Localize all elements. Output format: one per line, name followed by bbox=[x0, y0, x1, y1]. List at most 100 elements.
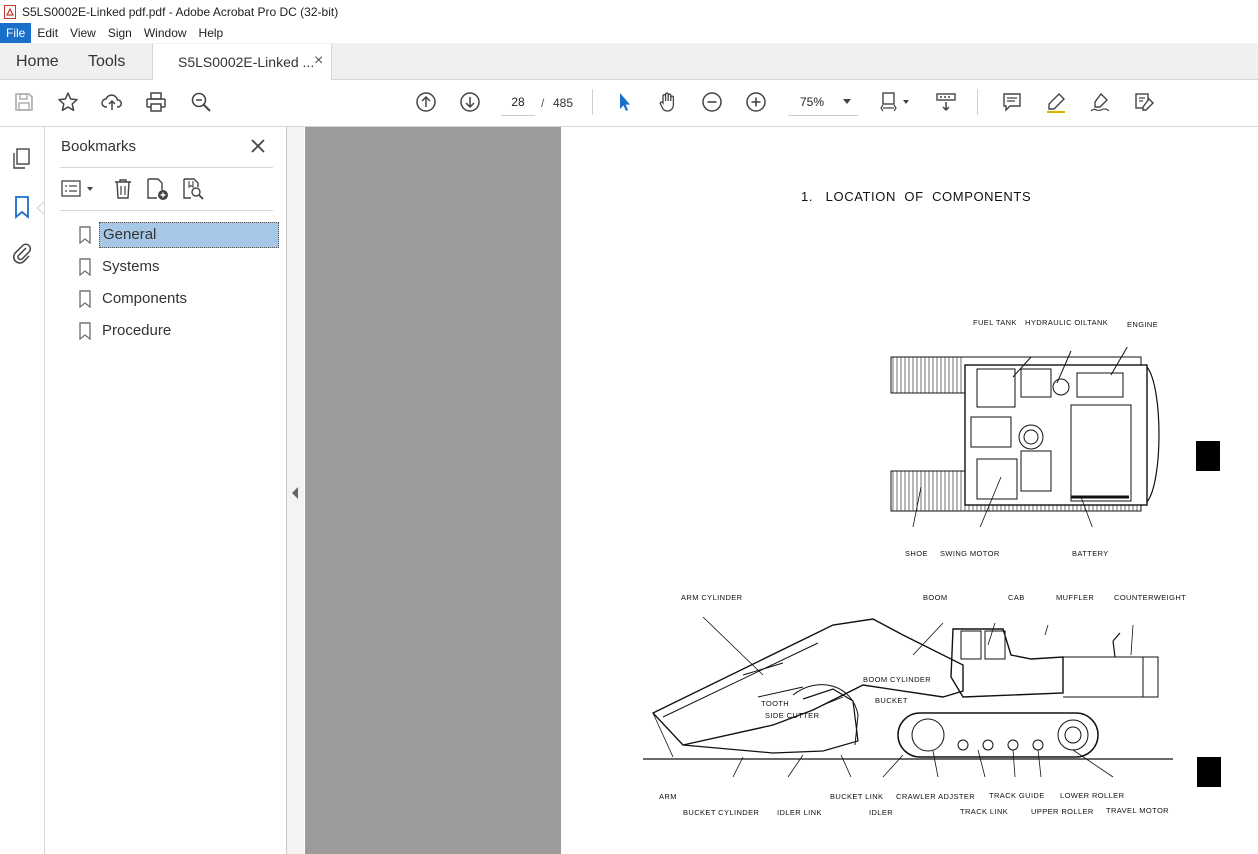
excavator-side-view-diagram bbox=[643, 616, 1173, 778]
label-track-guide: TRACK GUIDE bbox=[989, 791, 1045, 800]
menu-edit[interactable]: Edit bbox=[31, 23, 64, 43]
scroll-mode-icon[interactable] bbox=[933, 89, 959, 115]
registration-mark bbox=[1196, 441, 1220, 471]
label-arm-cylinder: ARM CYLINDER bbox=[681, 593, 743, 602]
bookmark-general[interactable]: General bbox=[78, 222, 279, 248]
options-menu-icon[interactable] bbox=[60, 178, 96, 200]
cloud-upload-icon[interactable] bbox=[99, 89, 125, 115]
label-battery: BATTERY bbox=[1072, 549, 1109, 558]
menu-view[interactable]: View bbox=[64, 23, 102, 43]
label-upper-roller: UPPER ROLLER bbox=[1031, 807, 1094, 816]
bookmarks-panel-icon[interactable] bbox=[11, 195, 33, 219]
label-arm: ARM bbox=[659, 792, 677, 801]
panel-divider bbox=[60, 167, 273, 168]
zoom-in-icon[interactable] bbox=[743, 89, 769, 115]
zoom-select[interactable]: 75% bbox=[788, 89, 858, 116]
highlight-pen-icon[interactable] bbox=[1043, 89, 1069, 115]
find-bookmark-icon[interactable] bbox=[181, 177, 205, 201]
label-engine: ENGINE bbox=[1127, 320, 1159, 329]
save-icon[interactable] bbox=[11, 89, 37, 115]
bookmark-icon bbox=[79, 290, 91, 308]
bookmark-label: General bbox=[99, 222, 279, 248]
bookmark-systems[interactable]: Systems bbox=[78, 254, 163, 280]
page-number-input[interactable]: 28 bbox=[501, 89, 535, 116]
label-crawler-adjster: CRAWLER ADJSTER bbox=[896, 792, 976, 801]
total-pages: 485 bbox=[553, 96, 574, 110]
comment-icon[interactable] bbox=[999, 89, 1025, 115]
menu-sign[interactable]: Sign bbox=[102, 23, 138, 43]
excavator-top-view-diagram bbox=[890, 347, 1160, 527]
section-title: 1. LOCATION OF COMPONENTS bbox=[801, 189, 1032, 204]
label-tooth: TOOTH bbox=[761, 699, 790, 708]
label-bucket-cylinder: BUCKET CYLINDER bbox=[683, 808, 760, 817]
label-cab: CAB bbox=[1008, 593, 1025, 602]
label-idler: IDLER bbox=[869, 808, 894, 817]
label-idler-link: IDLER LINK bbox=[777, 808, 822, 817]
panel-divider-2 bbox=[60, 210, 273, 211]
attachments-paperclip-icon[interactable] bbox=[11, 241, 33, 265]
document-background bbox=[305, 127, 561, 854]
label-track-link: TRACK LINK bbox=[960, 807, 1009, 816]
tab-document-label: S5LS0002E-Linked ... bbox=[178, 54, 315, 70]
label-travel-motor: TRAVEL MOTOR bbox=[1106, 806, 1170, 815]
tab-home[interactable]: Home bbox=[16, 53, 59, 71]
page-thumbnails-icon[interactable] bbox=[11, 147, 33, 171]
new-bookmark-icon[interactable] bbox=[145, 177, 171, 201]
label-muffler: MUFFLER bbox=[1056, 593, 1095, 602]
draw-sign-icon[interactable] bbox=[1087, 89, 1113, 115]
bookmark-label: Components bbox=[102, 290, 188, 307]
select-cursor-icon[interactable] bbox=[611, 89, 637, 115]
acrobat-pdf-icon bbox=[4, 4, 16, 19]
label-boom: BOOM bbox=[923, 593, 948, 602]
bookmark-icon bbox=[79, 258, 91, 276]
zoom-value: 75% bbox=[800, 95, 825, 109]
chevron-down-icon bbox=[843, 99, 851, 104]
left-navigation-rail bbox=[0, 127, 45, 854]
label-bucket-link: BUCKET LINK bbox=[830, 792, 884, 801]
bookmark-components[interactable]: Components bbox=[78, 286, 190, 312]
page-separator: / bbox=[541, 96, 545, 110]
pdf-page[interactable]: 1. LOCATION OF COMPONENTS FUEL TANK HYDR… bbox=[561, 127, 1258, 854]
label-lower-roller: LOWER ROLLER bbox=[1060, 791, 1125, 800]
label-hydraulic-oiltank: HYDRAULIC OILTANK bbox=[1025, 318, 1109, 327]
edit-pdf-icon[interactable] bbox=[1131, 89, 1157, 115]
menu-file[interactable]: File bbox=[0, 23, 32, 43]
menu-window[interactable]: Window bbox=[138, 23, 193, 43]
registration-mark bbox=[1197, 757, 1221, 787]
page-fit-icon[interactable] bbox=[877, 89, 913, 115]
toolbar-divider-2 bbox=[977, 89, 978, 115]
search-zoom-icon[interactable] bbox=[188, 89, 214, 115]
zoom-out-icon[interactable] bbox=[699, 89, 725, 115]
menu-bar: File Edit View Sign Window Help bbox=[0, 23, 1258, 43]
panel-collapse-strip[interactable] bbox=[287, 127, 304, 854]
label-side-cutter: SIDE CUTTER bbox=[765, 711, 820, 720]
bookmark-label: Procedure bbox=[102, 322, 172, 339]
title-bar: S5LS0002E-Linked pdf.pdf - Adobe Acrobat… bbox=[0, 0, 1258, 23]
bookmark-icon bbox=[79, 322, 91, 340]
label-counterweight: COUNTERWEIGHT bbox=[1114, 593, 1187, 602]
collapse-arrow-icon[interactable] bbox=[292, 487, 299, 499]
bookmark-procedure[interactable]: Procedure bbox=[78, 318, 174, 344]
label-boom-cylinder: BOOM CYLINDER bbox=[863, 675, 932, 684]
star-icon[interactable] bbox=[55, 89, 81, 115]
tab-close-icon[interactable]: × bbox=[314, 52, 323, 70]
tab-tools[interactable]: Tools bbox=[88, 53, 125, 71]
bookmarks-title: Bookmarks bbox=[61, 138, 137, 155]
hand-tool-icon[interactable] bbox=[655, 89, 681, 115]
delete-bookmark-icon[interactable] bbox=[112, 177, 134, 201]
window-title: S5LS0002E-Linked pdf.pdf - Adobe Acrobat… bbox=[22, 4, 339, 19]
previous-page-icon[interactable] bbox=[413, 89, 439, 115]
bookmark-label: Systems bbox=[102, 258, 160, 275]
label-swing-motor: SWING MOTOR bbox=[940, 549, 1000, 558]
next-page-icon[interactable] bbox=[457, 89, 483, 115]
close-panel-icon[interactable] bbox=[249, 137, 267, 155]
toolbar-divider bbox=[592, 89, 593, 115]
print-icon[interactable] bbox=[143, 89, 169, 115]
tab-document[interactable]: S5LS0002E-Linked ... × bbox=[152, 44, 332, 80]
label-bucket: BUCKET bbox=[875, 696, 908, 705]
bookmark-icon bbox=[79, 226, 91, 244]
label-shoe: SHOE bbox=[905, 549, 928, 558]
active-panel-pointer bbox=[36, 201, 45, 215]
menu-help[interactable]: Help bbox=[193, 23, 230, 43]
label-fuel-tank: FUEL TANK bbox=[973, 318, 1017, 327]
